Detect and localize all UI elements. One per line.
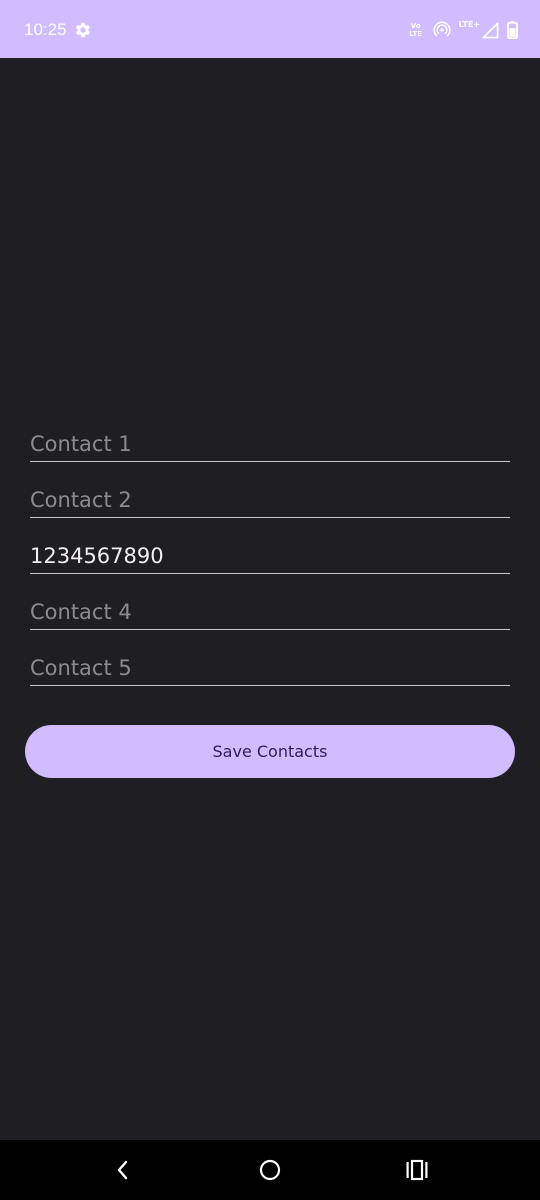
volte-bottom-label: LTE [409,30,423,38]
recents-icon [406,1159,428,1181]
recents-button[interactable] [387,1140,447,1200]
status-time: 10:25 [24,20,67,39]
home-button[interactable] [240,1140,300,1200]
hotspot-icon [433,21,451,37]
contact-2-placeholder: Contact 2 [30,488,132,512]
save-contacts-button[interactable]: Save Contacts [25,725,515,778]
volte-icon: Vo LTE [407,22,425,38]
signal-icon [482,22,499,38]
back-icon [117,1160,128,1180]
contact-5-placeholder: Contact 5 [30,656,132,680]
contact-1-field[interactable]: Contact 1 [30,421,510,462]
gear-icon [75,22,91,38]
navigation-bar [0,1140,540,1200]
contact-1-placeholder: Contact 1 [30,432,132,456]
contact-4-placeholder: Contact 4 [30,600,132,624]
home-icon [259,1159,281,1181]
back-button[interactable] [93,1140,153,1200]
status-bar: 10:25 Vo LTE LTE+ [0,0,540,58]
contact-2-field[interactable]: Contact 2 [30,477,510,518]
contact-3-field[interactable]: 1234567890 [30,533,510,574]
save-contacts-label: Save Contacts [212,742,328,761]
lte-plus-icon: LTE+ [458,19,480,29]
contact-3-value: 1234567890 [30,544,164,568]
battery-icon [507,21,518,39]
volte-top-label: Vo [410,22,421,30]
contact-4-field[interactable]: Contact 4 [30,589,510,630]
contact-5-field[interactable]: Contact 5 [30,645,510,686]
status-icons: Vo LTE LTE+ [407,19,518,41]
